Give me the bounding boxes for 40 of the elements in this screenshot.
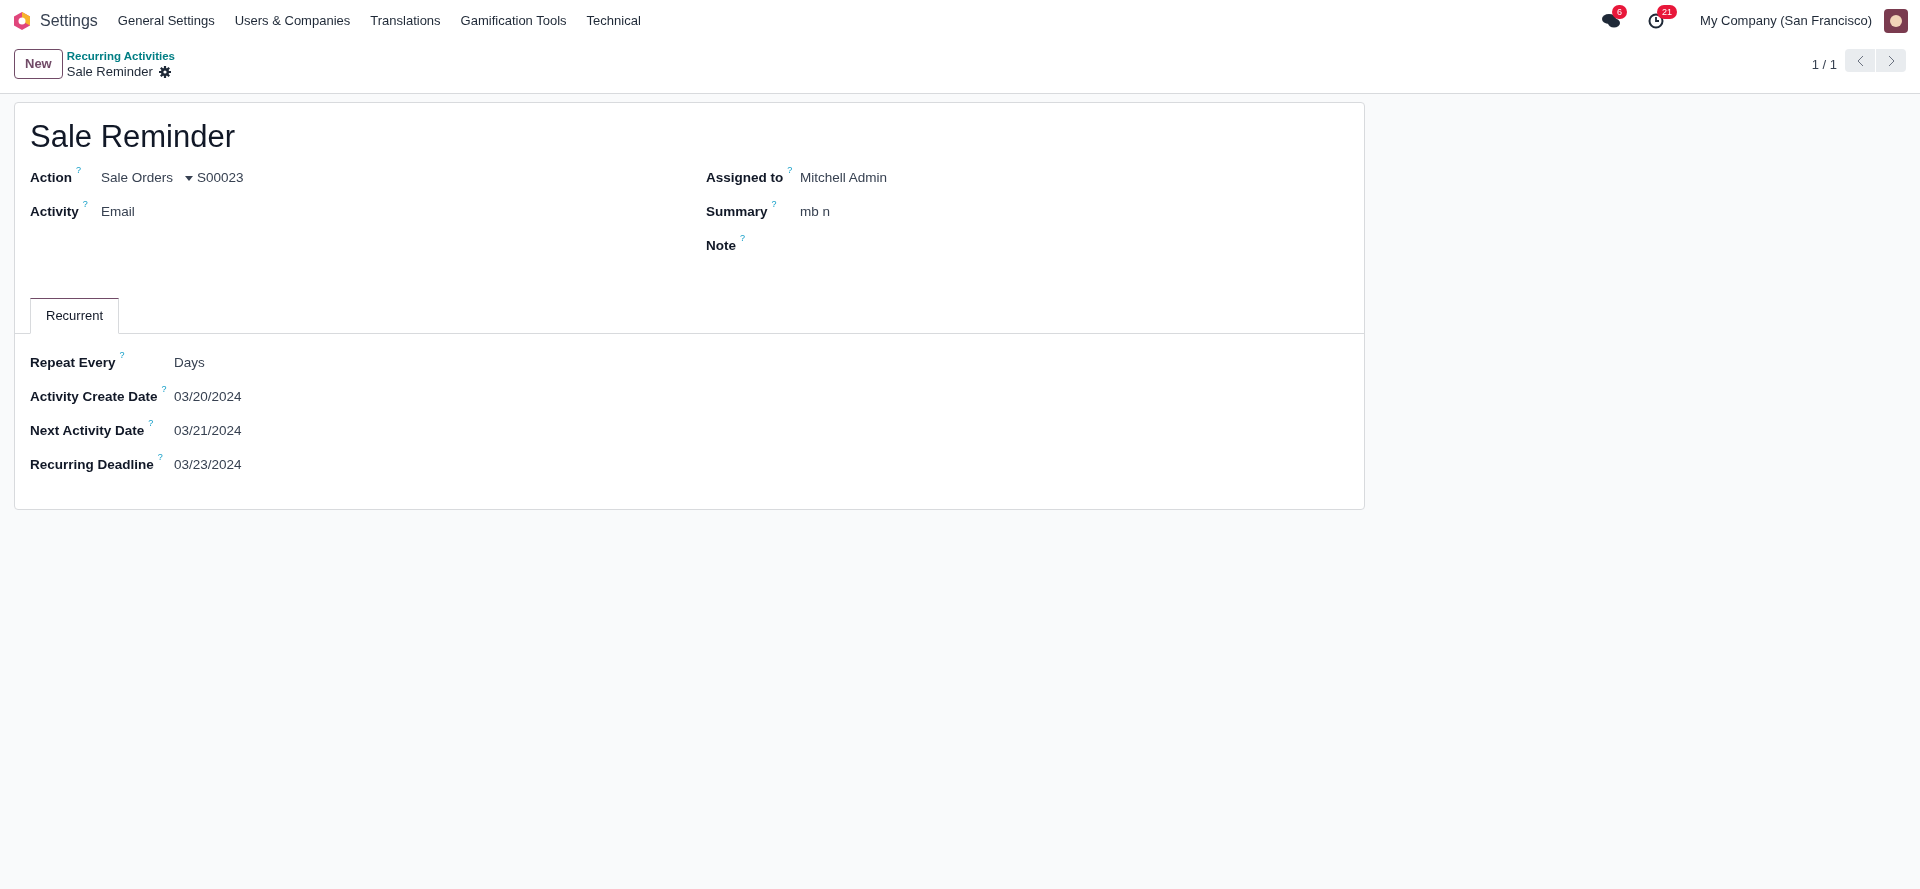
field-label: Repeat Every [30,354,116,373]
record-reference: S00023 [197,169,244,188]
field-value: 03/23/2024 [174,456,242,475]
field-label: Action [30,169,72,188]
field-value: Email [101,203,135,222]
notification-badge: 6 [1612,4,1628,19]
menu-item[interactable]: Technical [586,10,641,31]
breadcrumb-link[interactable]: Recurring Activities [66,49,175,64]
new-button[interactable]: New [14,49,63,79]
field-label: Note [706,237,736,256]
chevron-right-icon [1887,54,1895,67]
field-value: mb n [800,203,830,222]
field-value: Sale Orders [101,169,174,188]
menu-item[interactable]: General Settings [117,10,215,31]
field-value: 03/20/2024 [174,388,242,407]
record-title: Sale Reminder [30,118,237,156]
user-avatar[interactable] [1884,8,1908,33]
breadcrumb-current: Sale Reminder [66,64,153,79]
field-value: Days [174,354,205,373]
field-label: Recurring Deadline [30,456,154,475]
tab[interactable]: Recurrent [30,298,120,334]
field-label: Activity [30,203,79,222]
app-name[interactable]: Settings [40,8,98,33]
menu-item[interactable]: Gamification Tools [460,10,567,31]
field-label: Assigned to [706,169,784,188]
app-logo-icon[interactable] [12,10,32,31]
chevron-left-icon [1856,54,1864,67]
notification-badge: 21 [1657,4,1678,19]
menu-item[interactable]: Translations [370,10,441,31]
field-value: 03/21/2024 [174,422,242,441]
field-label: Summary [706,203,768,222]
field-value: Mitchell Admin [800,169,888,188]
form-sheet: Sale Reminder Action $^{?}$ Sale Orders S00023 Activity $^{?}$ Email Assigned to $^{?}$ Mitchell Admin Summary $^{?}$ mb n Note $^{?}$ Recurrent Repeat Every $^{?}$ Days Activity Create Date $^{?}$ 03/20/2024 Next Activity Date $^{?}$ 03/21/2024 Recurring Deadline $^{?}$ 03/23/2024 [14,102,1365,510]
caret-icon[interactable] [185,176,194,181]
field-label: Next Activity Date [30,422,145,441]
gear-icon[interactable] [158,65,171,78]
pager-value: 1 / 1 [1811,56,1837,74]
menu-item[interactable]: Users & Companies [234,10,351,31]
field-label: Activity Create Date [30,388,158,407]
company-switcher[interactable]: My Company (San Francisco) [1700,10,1872,31]
